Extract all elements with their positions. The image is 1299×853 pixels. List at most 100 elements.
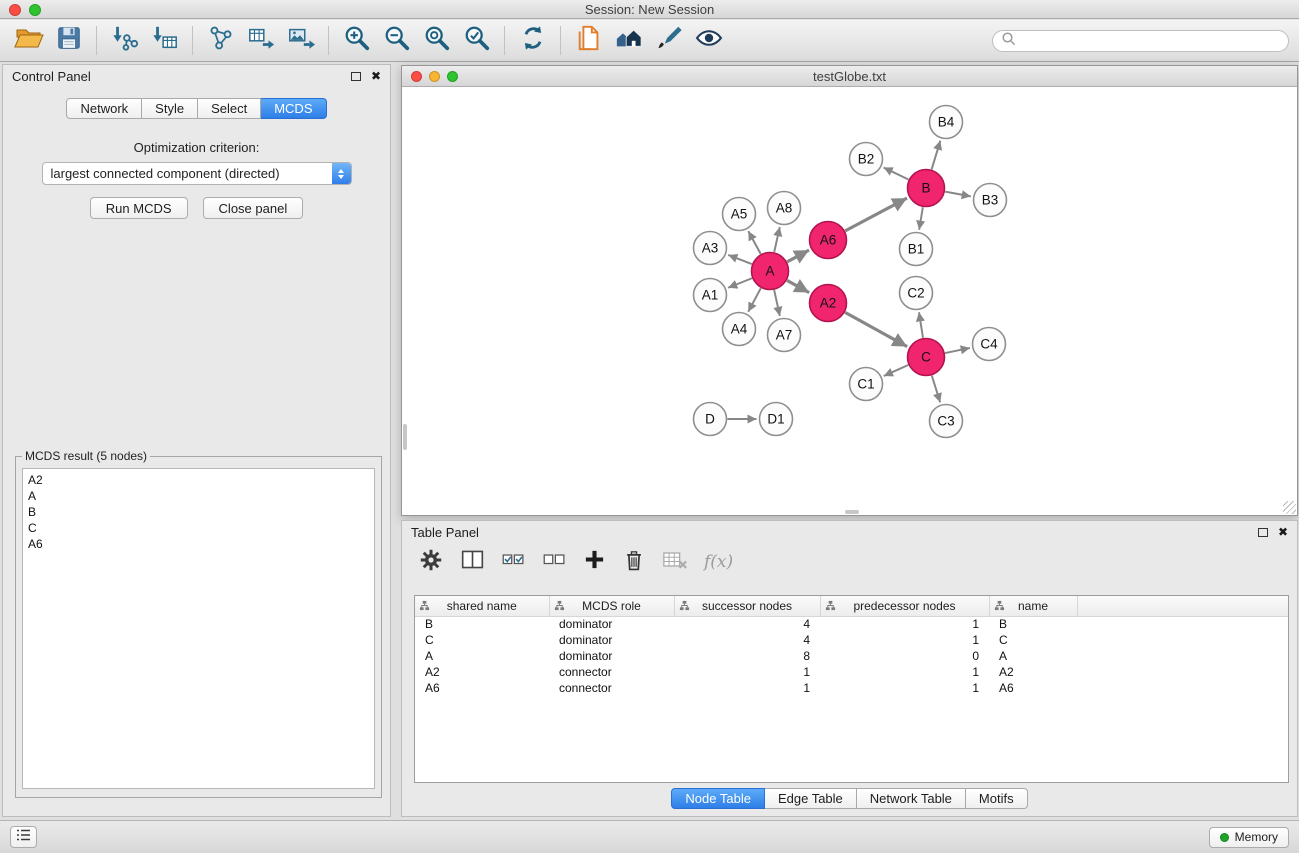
home-button[interactable] (610, 24, 647, 58)
edge-A-A3[interactable] (728, 255, 752, 264)
select-all-button[interactable] (501, 547, 526, 577)
table-row[interactable]: Cdominator41C (415, 632, 1288, 648)
table-row[interactable]: A6connector11A6 (415, 680, 1288, 696)
new-session-page-button[interactable] (570, 24, 607, 58)
edge-C-C2[interactable] (919, 312, 923, 337)
edge-C-C1[interactable] (884, 365, 908, 376)
zoom-in-button[interactable] (338, 24, 375, 58)
result-item[interactable]: A6 (28, 536, 369, 552)
node-C2[interactable]: C2 (900, 277, 933, 310)
import-network-button[interactable] (202, 24, 239, 58)
zoom-fit-button[interactable] (418, 24, 455, 58)
node-A2[interactable]: A2 (810, 285, 847, 322)
edge-A-A8[interactable] (774, 227, 780, 252)
show-column-button[interactable] (460, 547, 485, 577)
node-D1[interactable]: D1 (760, 403, 793, 436)
export-image-button[interactable] (282, 24, 319, 58)
table-tab-edge-table[interactable]: Edge Table (765, 788, 857, 809)
node-C[interactable]: C (908, 339, 945, 376)
zoom-selected-button[interactable] (458, 24, 495, 58)
edge-A-A4[interactable] (748, 288, 761, 312)
delete-column-button[interactable] (622, 548, 646, 577)
node-B3[interactable]: B3 (974, 184, 1007, 217)
float-panel-icon[interactable] (1258, 528, 1268, 537)
table-settings-button[interactable] (418, 547, 444, 578)
close-panel-button[interactable]: Close panel (203, 197, 304, 219)
node-B4[interactable]: B4 (930, 106, 963, 139)
zoom-network-window-button[interactable] (447, 71, 458, 82)
edge-A-A2[interactable] (787, 280, 809, 292)
memory-button[interactable]: Memory (1209, 827, 1289, 848)
node-A4[interactable]: A4 (723, 313, 756, 346)
edge-A-A6[interactable] (787, 250, 809, 262)
close-network-window-button[interactable] (411, 71, 422, 82)
edge-B-B3[interactable] (945, 192, 971, 197)
tab-network[interactable]: Network (66, 98, 142, 119)
column-header-MCDS-role[interactable]: MCDS role (549, 596, 674, 616)
table-row[interactable]: A2connector11A2 (415, 664, 1288, 680)
result-item[interactable]: A (28, 488, 369, 504)
dropdown-stepper-icon[interactable] (332, 163, 351, 184)
edge-C-C3[interactable] (932, 376, 940, 403)
refresh-layout-button[interactable] (514, 24, 551, 58)
edge-A-A1[interactable] (728, 278, 752, 288)
node-A3[interactable]: A3 (694, 232, 727, 265)
column-header-name[interactable]: name (989, 596, 1077, 616)
edge-A6-B[interactable] (845, 198, 907, 231)
network-canvas[interactable]: B4B2BB3A5A8A6B1A3AA1A2C2A4A7C4CC1C3DD1 (402, 88, 1297, 515)
table-row[interactable]: Bdominator41B (415, 616, 1288, 632)
deselect-all-button[interactable] (542, 547, 567, 577)
column-header-shared-name[interactable]: shared name (415, 596, 549, 616)
import-table-file-button[interactable] (146, 24, 183, 58)
table-tab-node-table[interactable]: Node Table (671, 788, 765, 809)
network-window-titlebar[interactable]: testGlobe.txt (402, 66, 1297, 87)
import-network-file-button[interactable] (106, 24, 143, 58)
edge-C-C4[interactable] (945, 348, 970, 353)
zoom-window-button[interactable] (29, 4, 41, 16)
minimize-network-window-button[interactable] (429, 71, 440, 82)
node-A8[interactable]: A8 (768, 192, 801, 225)
column-header-predecessor-nodes[interactable]: predecessor nodes (820, 596, 989, 616)
result-item[interactable]: C (28, 520, 369, 536)
node-A1[interactable]: A1 (694, 279, 727, 312)
edge-B-B2[interactable] (884, 167, 909, 179)
criterion-dropdown[interactable]: largest connected component (directed) (42, 162, 352, 185)
close-panel-icon[interactable]: ✖ (371, 70, 381, 82)
search-input[interactable] (1021, 34, 1280, 48)
zoom-out-button[interactable] (378, 24, 415, 58)
edge-A-A5[interactable] (748, 231, 760, 254)
run-mcds-button[interactable]: Run MCDS (90, 197, 188, 219)
node-A6[interactable]: A6 (810, 222, 847, 259)
delete-table-button[interactable] (662, 547, 688, 577)
node-A7[interactable]: A7 (768, 319, 801, 352)
export-table-button[interactable] (242, 24, 279, 58)
save-session-button[interactable] (50, 24, 87, 58)
node-D[interactable]: D (694, 403, 727, 436)
node-B2[interactable]: B2 (850, 143, 883, 176)
horizontal-scrollbar-thumb[interactable] (845, 510, 859, 514)
edge-B-B4[interactable] (932, 141, 941, 170)
apply-style-button[interactable] (650, 24, 687, 58)
vertical-scrollbar-thumb[interactable] (403, 424, 407, 450)
function-builder-button[interactable]: f(x) (704, 552, 733, 572)
tab-mcds[interactable]: MCDS (261, 98, 326, 119)
result-item[interactable]: A2 (28, 472, 369, 488)
node-C1[interactable]: C1 (850, 368, 883, 401)
node-A[interactable]: A (752, 253, 789, 290)
task-history-button[interactable] (10, 826, 37, 848)
tab-style[interactable]: Style (142, 98, 198, 119)
result-item[interactable]: B (28, 504, 369, 520)
mcds-result-list[interactable]: A2ABCA6 (22, 468, 375, 789)
edge-A2-C[interactable] (845, 312, 907, 346)
table-tab-motifs[interactable]: Motifs (966, 788, 1028, 809)
edge-A-A7[interactable] (774, 290, 780, 316)
tab-select[interactable]: Select (198, 98, 261, 119)
float-panel-icon[interactable] (351, 72, 361, 81)
add-column-button[interactable] (583, 548, 606, 576)
node-C3[interactable]: C3 (930, 405, 963, 438)
close-panel-icon[interactable]: ✖ (1278, 526, 1288, 538)
close-window-button[interactable] (9, 4, 21, 16)
table-row[interactable]: Adominator80A (415, 648, 1288, 664)
node-B1[interactable]: B1 (900, 233, 933, 266)
open-session-button[interactable] (10, 24, 47, 58)
